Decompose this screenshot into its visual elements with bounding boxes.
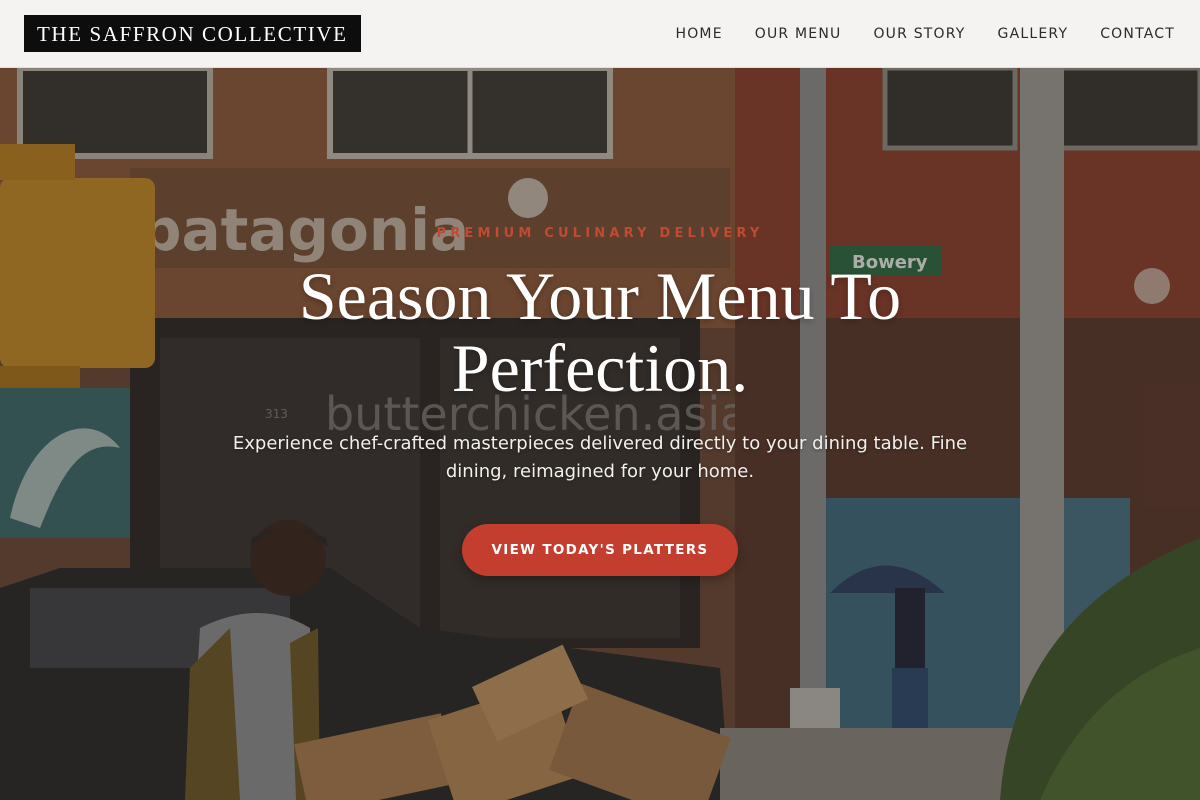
nav-our-menu[interactable]: OUR MENU [755,24,842,44]
main-nav: HOME OUR MENU OUR STORY GALLERY CONTACT [643,24,1175,44]
hero-section: patagonia Bowery butterchicken.asia 313 [0,68,1200,800]
site-header: THE SAFFRON COLLECTIVE HOME OUR MENU OUR… [0,0,1200,68]
hero-eyebrow: PREMIUM CULINARY DELIVERY [436,226,764,241]
hero-subtext: Experience chef-crafted masterpieces del… [232,433,968,482]
nav-home[interactable]: HOME [675,24,722,44]
nav-our-story[interactable]: OUR STORY [873,24,965,44]
nav-gallery[interactable]: GALLERY [998,24,1069,44]
brand-logo[interactable]: THE SAFFRON COLLECTIVE [24,15,361,52]
nav-contact[interactable]: CONTACT [1100,24,1175,44]
hero-headline: Season Your Menu To Perfection. [298,258,902,406]
view-platters-button[interactable]: VIEW TODAY'S PLATTERS [462,524,738,576]
